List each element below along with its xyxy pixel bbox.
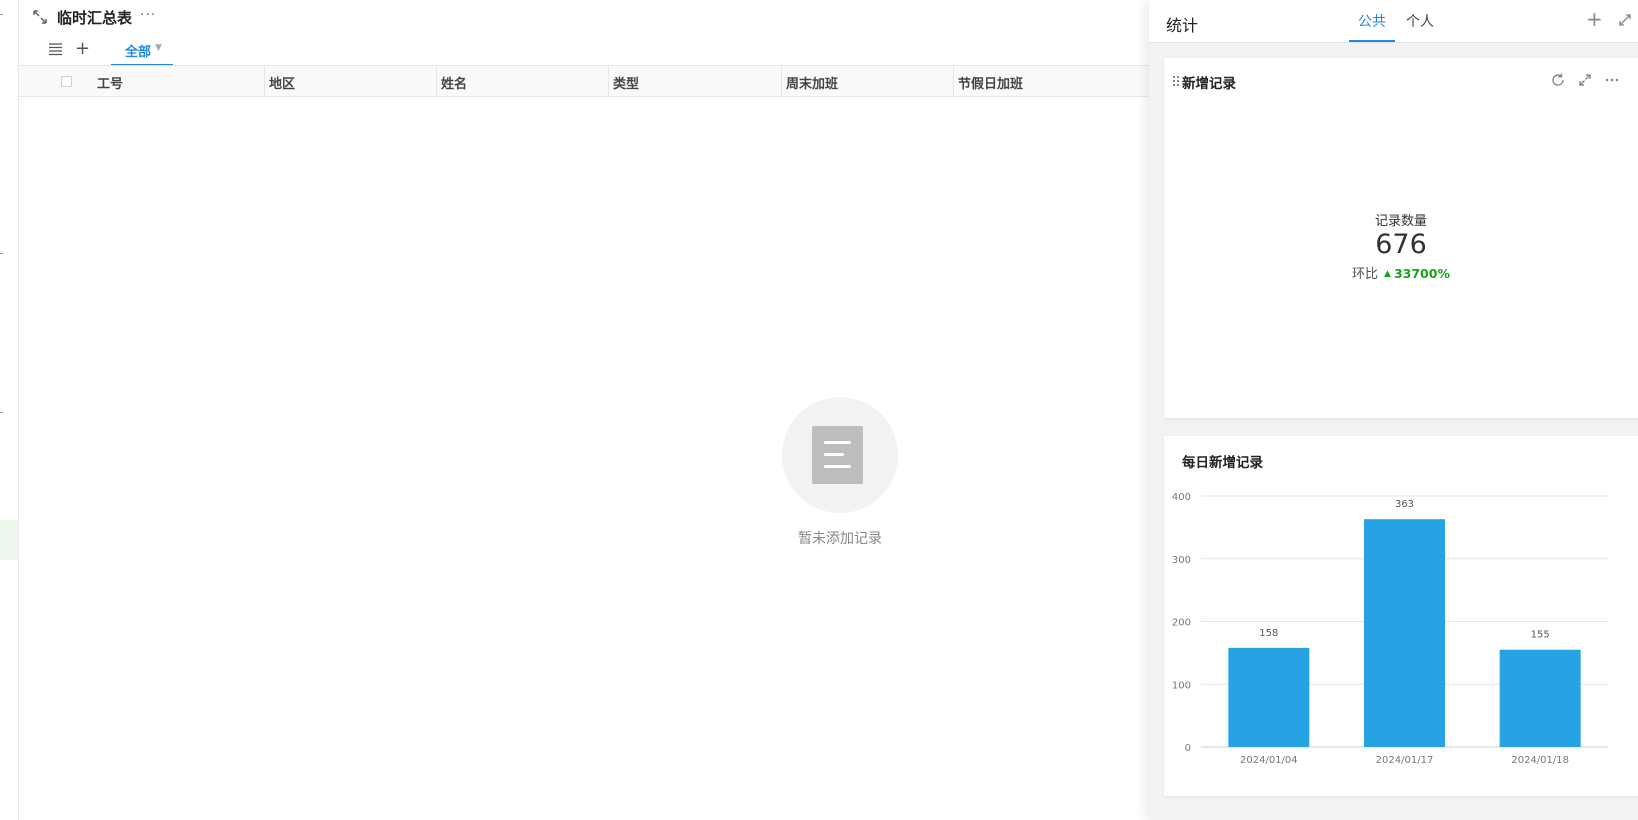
refresh-icon[interactable] xyxy=(1550,72,1566,88)
new-records-card: 新增记录 记录数量 676 环比 ▲ 33700% xyxy=(1164,58,1638,418)
y-tick-label: 300 xyxy=(1172,555,1191,566)
x-tick-label: 2024/01/17 xyxy=(1376,755,1434,766)
more-icon[interactable]: ··· xyxy=(140,7,156,23)
left-rail xyxy=(0,0,19,820)
column-header[interactable]: 周末加班 xyxy=(781,66,953,96)
sheet-title-row: 临时汇总表 ··· xyxy=(19,0,1149,34)
metric-label: 记录数量 xyxy=(1374,214,1427,229)
column-header[interactable]: 工号 xyxy=(92,66,264,96)
x-tick-label: 2024/01/18 xyxy=(1511,755,1569,766)
expand-icon[interactable] xyxy=(1618,13,1632,27)
view-tab-all[interactable]: 全部 ▼ xyxy=(111,36,173,66)
y-tick-label: 100 xyxy=(1172,680,1191,691)
collapse-arrows-icon[interactable] xyxy=(32,9,48,25)
bar-chart: 0 100 200 300 400 158 2024/01/04 363 2024/01/17 1… xyxy=(1172,492,1608,766)
data-label: 363 xyxy=(1395,499,1414,510)
tab-public[interactable]: 公共 xyxy=(1358,11,1386,31)
card-title: 新增记录 xyxy=(1182,76,1236,92)
card-more-icon[interactable] xyxy=(1604,72,1620,88)
data-label: 158 xyxy=(1259,628,1278,639)
card-title: 每日新增记录 xyxy=(1182,455,1263,471)
select-all-checkbox[interactable] xyxy=(61,76,72,87)
empty-message: 暂未添加记录 xyxy=(798,531,882,547)
add-chart-icon[interactable]: + xyxy=(1586,7,1603,31)
sheet-title: 临时汇总表 xyxy=(57,9,133,27)
view-list-icon[interactable] xyxy=(48,42,64,56)
app-window: 临时汇总表 ··· + 全部 ▼ 工号 地区 姓名 类型 周末加班 节假日加班 … xyxy=(0,0,1638,820)
metric-value: 676 xyxy=(1375,229,1427,260)
column-header[interactable]: 姓名 xyxy=(436,66,608,96)
empty-state: 暂未添加记录 xyxy=(779,397,899,547)
rail-mark xyxy=(0,14,3,15)
trend-up-icon: ▲ xyxy=(1384,269,1391,279)
compare-label: 环比 xyxy=(1352,267,1379,282)
view-tab-label: 全部 xyxy=(125,45,152,60)
column-header[interactable]: 节假日加班 xyxy=(953,66,1133,96)
y-tick-label: 0 xyxy=(1185,743,1191,754)
compare-value: 33700% xyxy=(1393,266,1450,281)
fullscreen-icon[interactable] xyxy=(1577,72,1593,88)
sheet-area: 临时汇总表 ··· + 全部 ▼ 工号 地区 姓名 类型 周末加班 节假日加班 … xyxy=(19,0,1149,820)
bar xyxy=(1499,649,1581,747)
data-label: 155 xyxy=(1531,630,1550,641)
bar xyxy=(1228,647,1310,747)
statistics-panel: 统计 公共 个人 + 新增记录 记录数量 676 环比 ▲ 33700% 每日新… xyxy=(1149,0,1638,820)
view-bar: + 全部 ▼ xyxy=(19,36,1149,66)
drag-handle-icon[interactable] xyxy=(1172,75,1182,87)
x-tick-label: 2024/01/04 xyxy=(1240,755,1298,766)
rail-highlight[interactable] xyxy=(0,520,18,560)
caret-down-icon[interactable]: ▼ xyxy=(155,43,162,53)
daily-records-card: 每日新增记录 0 100 200 300 400 158 2024/01/04 363 2024… xyxy=(1164,436,1638,796)
rail-mark xyxy=(0,253,3,254)
y-tick-label: 200 xyxy=(1172,618,1191,629)
panel-title: 统计 xyxy=(1166,16,1199,35)
active-tab-indicator xyxy=(1349,40,1395,42)
document-icon xyxy=(812,426,863,484)
record-count-metric: 记录数量 676 环比 ▲ 33700% xyxy=(1164,210,1638,282)
grid-header: 工号 地区 姓名 类型 周末加班 节假日加班 xyxy=(19,65,1149,97)
column-header[interactable]: 地区 xyxy=(264,66,436,96)
column-header[interactable]: 类型 xyxy=(608,66,781,96)
tab-personal[interactable]: 个人 xyxy=(1406,11,1434,31)
rail-mark xyxy=(0,412,3,413)
bar xyxy=(1364,519,1445,747)
panel-header: 统计 公共 个人 + xyxy=(1149,0,1638,43)
y-tick-label: 400 xyxy=(1172,492,1191,503)
add-view-icon[interactable]: + xyxy=(75,38,90,59)
metric-comparison: 环比 ▲ 33700% xyxy=(1164,263,1638,282)
